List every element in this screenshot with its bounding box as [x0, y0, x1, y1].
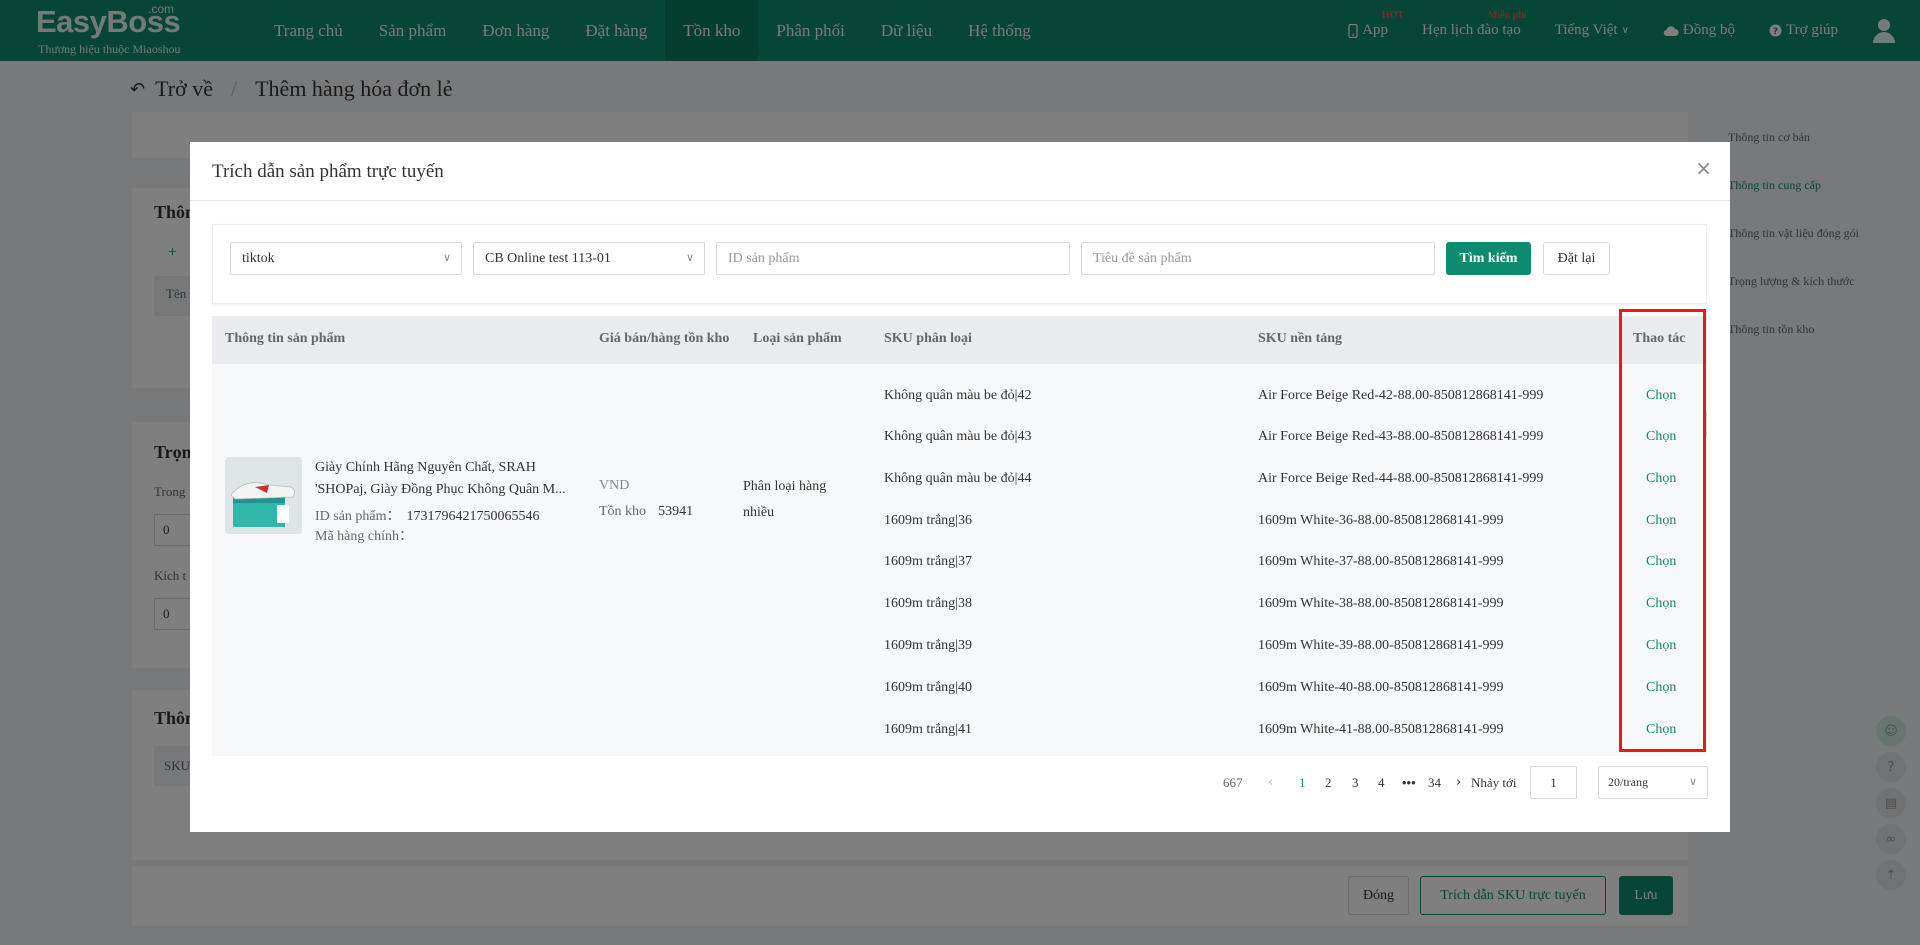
platform-select[interactable]: tiktok ∨	[230, 242, 462, 275]
sku-variant: Không quân màu be đỏ|44	[884, 471, 1032, 486]
filter-bar: tiktok ∨ CB Online test 113-01 ∨ ID sản …	[212, 224, 1707, 304]
sku-row: 1609m trắng|37 1609m White-37-88.00-85081…	[212, 542, 1707, 584]
sku-variant: 1609m trắng|41	[884, 722, 972, 737]
highlight-action-column	[1619, 309, 1706, 752]
platform-sku: Air Force Beige Red-43-88.00-85081286814…	[1258, 429, 1544, 444]
search-button[interactable]: Tìm kiếm	[1446, 242, 1531, 275]
col-product-type: Loại sản phẩm	[753, 331, 842, 346]
product-id-input[interactable]: ID sản phẩm	[716, 242, 1070, 275]
page-size-select[interactable]: 20/trang ∨	[1598, 766, 1708, 799]
sku-row: Không quân màu be đỏ|42 Air Force Beige R…	[212, 376, 1707, 418]
store-value: CB Online test 113-01	[485, 250, 611, 266]
sku-variant: 1609m trắng|38	[884, 596, 972, 611]
page-size-value: 20/trang	[1608, 775, 1648, 789]
col-price-stock: Giá bán/hàng tồn kho	[599, 331, 730, 346]
jump-page-input[interactable]: 1	[1530, 766, 1577, 799]
sku-row: 1609m trắng|36 1609m White-36-88.00-85081…	[212, 501, 1707, 543]
chevron-down-icon: ∨	[685, 251, 694, 264]
sku-row: 1609m trắng|40 1609m White-40-88.00-85081…	[212, 668, 1707, 710]
platform-sku: Air Force Beige Red-42-88.00-85081286814…	[1258, 388, 1544, 403]
table-header: Thông tin sản phẩm Giá bán/hàng tồn kho …	[212, 316, 1707, 364]
jump-label: Nhảy tới	[1471, 775, 1517, 790]
sku-variant: 1609m trắng|36	[884, 513, 972, 528]
total-count: 667	[1223, 775, 1243, 790]
page-2[interactable]: 2	[1325, 775, 1332, 791]
reset-button[interactable]: Đặt lại	[1543, 242, 1610, 275]
quote-online-product-modal: Trích dẫn sản phẩm trực tuyến × tiktok ∨…	[190, 142, 1730, 832]
page-3[interactable]: 3	[1352, 775, 1359, 791]
sku-variant: Không quân màu be đỏ|42	[884, 388, 1032, 403]
platform-sku: Air Force Beige Red-44-88.00-85081286814…	[1258, 471, 1544, 486]
sku-variant: 1609m trắng|39	[884, 638, 972, 653]
prev-page-icon[interactable]: ‹	[1268, 775, 1273, 790]
chevron-down-icon: ∨	[1688, 775, 1697, 788]
product-table: Thông tin sản phẩm Giá bán/hàng tồn kho …	[212, 316, 1707, 756]
platform-sku: 1609m White-39-88.00-850812868141-999	[1258, 638, 1504, 653]
page-4[interactable]: 4	[1378, 775, 1385, 791]
table-body: Giày Chính Hãng Nguyên Chất, SRAH 'SHOPa…	[212, 364, 1707, 756]
sku-row: 1609m trắng|39 1609m White-39-88.00-85081…	[212, 626, 1707, 668]
platform-value: tiktok	[242, 250, 275, 266]
product-title-placeholder: Tiêu đề sản phẩm	[1093, 250, 1192, 266]
sku-variant: 1609m trắng|40	[884, 680, 972, 695]
sku-row: 1609m trắng|38 1609m White-38-88.00-85081…	[212, 584, 1707, 626]
sku-variant: Không quân màu be đỏ|43	[884, 429, 1032, 444]
page-1[interactable]: 1	[1299, 775, 1306, 791]
close-icon[interactable]: ×	[1695, 156, 1712, 180]
sku-variant: 1609m trắng|37	[884, 554, 972, 569]
product-title-input[interactable]: Tiêu đề sản phẩm	[1081, 242, 1435, 275]
sku-row: Không quân màu be đỏ|43 Air Force Beige R…	[212, 417, 1707, 459]
store-select[interactable]: CB Online test 113-01 ∨	[473, 242, 705, 275]
platform-sku: 1609m White-40-88.00-850812868141-999	[1258, 680, 1504, 695]
platform-sku: 1609m White-37-88.00-850812868141-999	[1258, 554, 1504, 569]
sku-row: 1609m trắng|41 1609m White-41-88.00-85081…	[212, 710, 1707, 752]
product-id-placeholder: ID sản phẩm	[728, 250, 800, 266]
platform-sku: 1609m White-41-88.00-850812868141-999	[1258, 722, 1504, 737]
page-34[interactable]: 34	[1428, 775, 1441, 791]
platform-sku: 1609m White-38-88.00-850812868141-999	[1258, 596, 1504, 611]
pagination: 667 ‹ 1 2 3 4 ••• 34 › Nhảy tới	[190, 767, 1730, 799]
modal-title: Trích dẫn sản phẩm trực tuyến	[212, 161, 444, 182]
platform-sku: 1609m White-36-88.00-850812868141-999	[1258, 513, 1504, 528]
sku-row: Không quân màu be đỏ|44 Air Force Beige R…	[212, 459, 1707, 501]
modal-divider	[190, 200, 1730, 201]
col-product-info: Thông tin sản phẩm	[225, 331, 346, 346]
page-ellipsis[interactable]: •••	[1402, 775, 1416, 791]
next-page-icon[interactable]: ›	[1456, 775, 1461, 790]
chevron-down-icon: ∨	[442, 251, 451, 264]
col-platform-sku: SKU nền tảng	[1258, 331, 1343, 346]
col-sku-variant: SKU phân loại	[884, 331, 972, 346]
